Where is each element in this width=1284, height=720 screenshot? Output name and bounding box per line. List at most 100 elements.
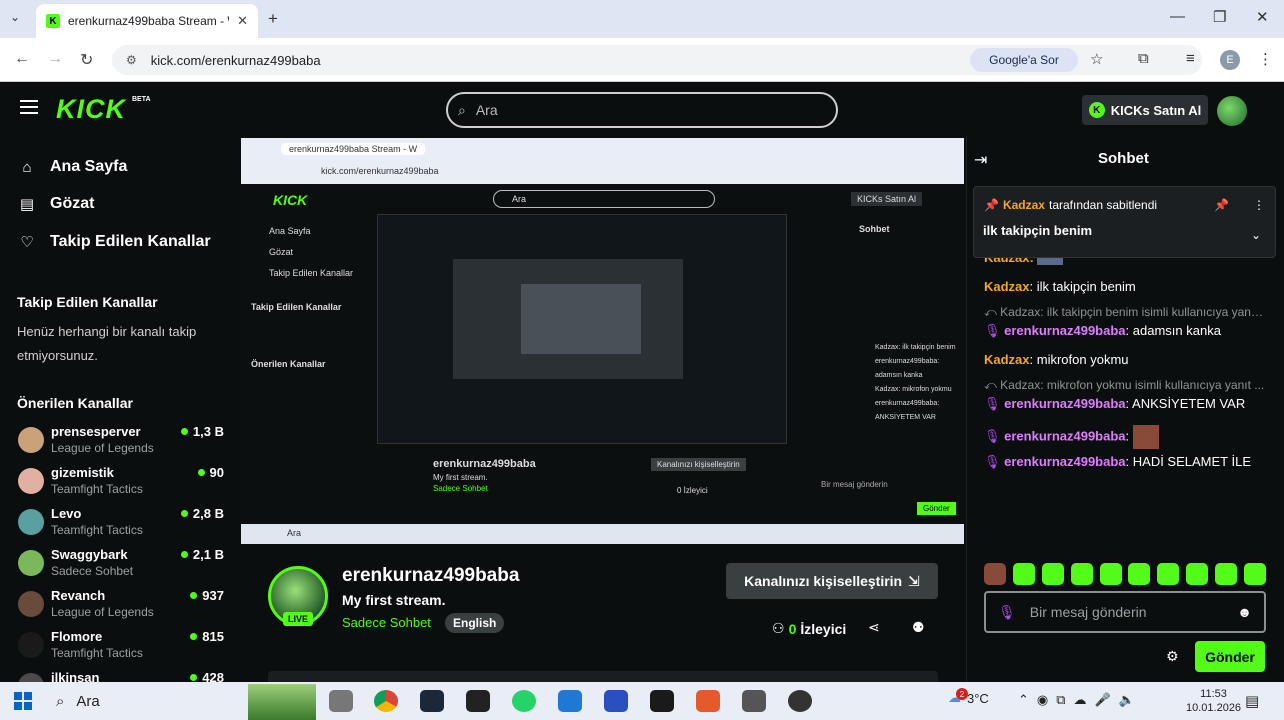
browser-tab[interactable]: K erenkurnaz499baba Stream - W ✕ (36, 4, 258, 38)
channel-viewers: 2,1 B (180, 547, 224, 562)
search-input[interactable]: ⌕ Ara (446, 92, 838, 128)
message-user[interactable]: Kadzax (984, 279, 1030, 294)
close-window-icon[interactable]: ✕ (1256, 8, 1269, 26)
pinned-message-card[interactable] (973, 186, 1276, 258)
nav-home[interactable]: ⌂ Ana Sayfa (18, 158, 127, 176)
emoji-icon[interactable]: ☻ (1237, 604, 1252, 620)
notifications-icon[interactable]: ▤ (1245, 692, 1259, 710)
user-avatar[interactable] (1217, 96, 1247, 126)
recommended-channel[interactable]: Flomore Teamfight Tactics 815 (18, 629, 228, 667)
video-followed-heading: Takip Edilen Kanallar (251, 302, 342, 312)
recommended-channel[interactable]: Swaggybark Sadece Sohbet 2,1 B (18, 547, 228, 585)
emote-1[interactable] (984, 563, 1006, 585)
channel-name[interactable]: erenkurnaz499baba (342, 565, 519, 587)
recommended-channel[interactable]: gizemistik Teamfight Tactics 90 (18, 465, 228, 503)
stream-category[interactable]: Sadece Sohbet (342, 615, 431, 630)
video-player[interactable]: erenkurnaz499baba Stream - W kick.com/er… (241, 138, 964, 544)
channel-avatar (18, 427, 44, 453)
capcut-icon[interactable] (466, 690, 490, 712)
microphone-badge-icon: 🎙 (984, 396, 1005, 411)
emote-7[interactable] (1157, 563, 1180, 585)
kick-logo[interactable]: KICK (56, 94, 126, 125)
video-customize: Kanalınızı kişiselleştirin (651, 458, 746, 471)
buy-kicks-button[interactable]: K KICKs Satın Al (1082, 95, 1208, 125)
back-icon[interactable]: ← (14, 50, 30, 68)
emote-4[interactable] (1070, 563, 1093, 585)
message-user[interactable]: erenkurnaz499baba (1004, 396, 1125, 411)
profile-avatar[interactable]: E (1220, 50, 1240, 70)
language-badge[interactable]: English (445, 613, 505, 633)
forward-icon[interactable]: → (47, 50, 63, 68)
temperature: 3°C (967, 690, 989, 706)
windows-start-icon[interactable] (14, 692, 32, 710)
reload-icon[interactable]: ↻ (80, 50, 93, 70)
hamburger-menu-icon[interactable] (20, 100, 38, 114)
tab-list-icon[interactable]: ⌄ (10, 10, 20, 24)
video-msg: Kadzax: mikrofon yokmu (875, 386, 952, 393)
emote-8[interactable] (1186, 563, 1209, 585)
bookmark-star-icon[interactable]: ☆ (1090, 50, 1103, 68)
pinned-more-icon[interactable]: ⋮ (1253, 198, 1265, 212)
whatsapp-icon[interactable] (512, 690, 536, 712)
emote-5[interactable] (1099, 563, 1122, 585)
message-user[interactable]: erenkurnaz499baba (1004, 454, 1125, 469)
taskbar-search[interactable]: ⌕ Ara (50, 687, 246, 715)
video-viewers: 0 İzleyici (677, 486, 708, 495)
reply-context[interactable]: ⤺ Kadzax: ilk takipçin benim isimli kull… (984, 305, 1266, 320)
message-user[interactable]: erenkurnaz499baba (1004, 323, 1125, 338)
customize-channel-button[interactable]: Kanalınızı kişiselleştirin ⇲ (726, 563, 938, 599)
google-ask-button[interactable]: Google'a Sor (970, 48, 1078, 72)
game-icon[interactable] (650, 690, 674, 712)
emote-3[interactable] (1041, 563, 1064, 585)
chat-input[interactable]: 🎙 Bir mesaj gönderin ☻ (984, 591, 1266, 633)
maximize-icon[interactable]: ❐ (1213, 8, 1226, 26)
emote-9[interactable] (1215, 563, 1237, 585)
viewer-label: İzleyici (800, 620, 847, 637)
chat-settings-gear-icon[interactable]: ⚙ (1166, 648, 1179, 665)
channel-game: Teamfight Tactics (51, 482, 143, 496)
send-button[interactable]: Gönder (1195, 641, 1265, 672)
video-search: Ara (493, 190, 715, 208)
follow-user-icon[interactable]: ⚉ (912, 619, 925, 636)
chrome-icon[interactable] (374, 690, 398, 712)
minimize-icon[interactable]: — (1170, 8, 1185, 25)
message-text: adamsın kanka (1132, 323, 1221, 338)
reply-context[interactable]: ⤺ Kadzax: mikrofon yokmu isimli kullanıc… (984, 378, 1266, 393)
message-user[interactable]: Kadzax (984, 352, 1030, 367)
site-info-icon[interactable]: ⚙ (126, 53, 137, 67)
chat-message: Kadzax: mikrofon yokmu (984, 352, 1129, 367)
steam-icon[interactable] (420, 690, 444, 712)
emote-6[interactable] (1128, 563, 1151, 585)
channel-avatar (18, 468, 44, 494)
system-tray[interactable]: ⌃◉⧉☁🎤🔈 (1018, 692, 1143, 708)
microphone-badge-icon: 🎙 (984, 428, 1005, 444)
media-icon[interactable]: ≡ (1186, 50, 1195, 67)
app3-icon[interactable] (742, 690, 766, 712)
collapse-chat-icon[interactable]: ⇥ (974, 150, 987, 170)
extensions-icon[interactable]: ⧉ (1138, 50, 1149, 67)
task-view-icon[interactable] (329, 690, 353, 712)
message-user[interactable]: erenkurnaz499baba (1004, 428, 1125, 443)
channel-game: League of Legends (51, 441, 154, 455)
emote-2[interactable] (1012, 563, 1035, 585)
taskbar-clock[interactable]: 11:53 10.01.2026 (1186, 687, 1241, 715)
browser-menu-icon[interactable]: ⋮ (1258, 50, 1273, 68)
new-tab-icon[interactable]: + (268, 9, 278, 29)
app2-icon[interactable] (696, 690, 720, 712)
chat-title: Sohbet (1098, 150, 1149, 167)
nav-browse[interactable]: ▤ Gözat (18, 195, 95, 213)
weather-widget[interactable]: ☁ 3°C (948, 690, 989, 706)
share-icon[interactable]: ⋖ (868, 619, 880, 636)
store-icon[interactable] (558, 690, 582, 712)
recommended-channel[interactable]: prensesperver League of Legends 1,3 B (18, 424, 228, 462)
video-send: Gönder (917, 502, 956, 515)
chevron-down-icon[interactable]: ⌄ (1251, 228, 1261, 242)
nav-following[interactable]: ♡ Takip Edilen Kanallar (18, 233, 210, 251)
recommended-channel[interactable]: Levo Teamfight Tactics 2,8 B (18, 506, 228, 544)
app4-icon[interactable] (788, 690, 812, 712)
close-tab-icon[interactable]: ✕ (237, 13, 248, 29)
recommended-channel[interactable]: Revanch League of Legends 937 (18, 588, 228, 626)
emote-10[interactable] (1243, 563, 1266, 585)
unpin-icon[interactable]: 📌 (1214, 198, 1229, 212)
app-icon[interactable] (604, 690, 628, 712)
